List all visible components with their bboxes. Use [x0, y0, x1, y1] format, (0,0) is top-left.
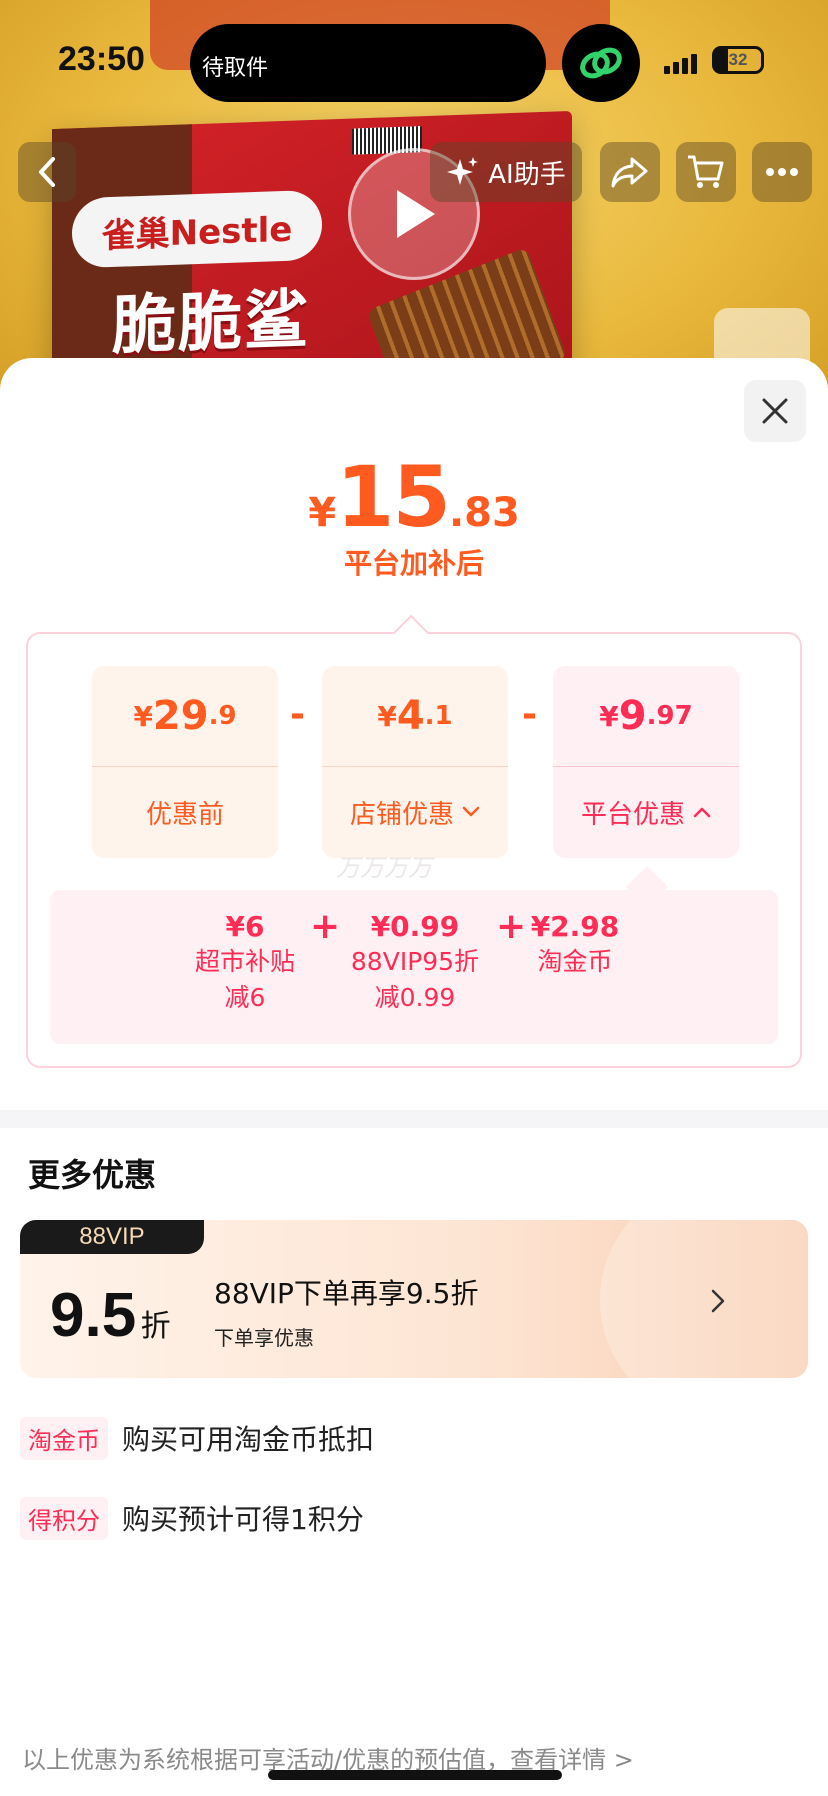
section-divider	[0, 1110, 828, 1128]
final-price-decimal: .83	[448, 490, 520, 536]
final-price: ¥15.83	[0, 448, 828, 546]
back-button[interactable]	[18, 142, 76, 202]
coin-value: ¥2.98	[530, 910, 620, 943]
ai-assistant-label: AI助手	[488, 159, 566, 190]
platform-discount-card[interactable]: ¥9.97 平台优惠	[553, 666, 739, 858]
perk-taojinbi: 淘金币 购买可用淘金币抵扣	[20, 1416, 374, 1460]
card-label: 平台优惠	[580, 799, 685, 830]
coin-name: 淘金币	[537, 947, 613, 976]
chevron-up-icon	[693, 807, 711, 818]
ai-assistant-button[interactable]: AI助手	[430, 142, 582, 202]
cart-icon	[688, 155, 724, 188]
card-decimal: .1	[424, 701, 453, 731]
final-price-currency: ¥	[308, 490, 337, 536]
store-discount-card[interactable]: ¥4.1 店铺优惠	[322, 666, 508, 858]
status-time: 23:50	[58, 40, 145, 78]
minus-operator: -	[290, 694, 305, 735]
plus-operator: +	[310, 906, 341, 947]
dynamic-island-text: 待取件	[202, 56, 269, 81]
perk-text: 购买可用淘金币抵扣	[122, 1423, 375, 1456]
product-name-graphic: 脆脆鲨	[112, 283, 310, 364]
chevron-right-icon[interactable]	[706, 1284, 730, 1318]
signal-icon	[664, 52, 702, 74]
chevron-left-icon	[39, 157, 55, 187]
vip-offer-subtitle: 下单享优惠	[214, 1326, 314, 1350]
sparkle-icon	[447, 157, 479, 185]
card-integer: 4	[396, 693, 425, 739]
share-icon	[611, 157, 648, 188]
watermark-text: 万万万万	[336, 854, 432, 882]
close-icon	[762, 398, 788, 424]
card-label: 店铺优惠	[349, 799, 454, 830]
final-price-integer: 15	[336, 448, 451, 546]
final-price-label: 平台加补后	[343, 547, 484, 580]
perk-badge: 淘金币	[20, 1416, 108, 1460]
vip-discount-item: ¥0.99 88VIP95折 减0.99	[340, 910, 490, 1016]
card-decimal: .97	[646, 701, 693, 731]
coin-item: ¥2.98 淘金币	[520, 910, 630, 980]
vip-discount: 9.5 折	[50, 1280, 171, 1351]
close-button[interactable]	[744, 380, 806, 442]
minus-operator: -	[522, 694, 537, 735]
subsidy-name: 超市补贴	[194, 947, 295, 976]
card-currency: ¥	[599, 699, 619, 733]
vip-discount-unit: 折	[140, 1309, 171, 1344]
brand-logo: 雀巢Nestle	[72, 189, 322, 269]
subsidy-note: 减6	[224, 983, 266, 1012]
card-decimal: .9	[208, 701, 237, 731]
share-button[interactable]	[600, 142, 660, 202]
more-button[interactable]	[752, 142, 812, 202]
card-currency: ¥	[133, 699, 153, 733]
card-label: 优惠前	[145, 799, 224, 830]
subsidy-item: ¥6 超市补贴 减6	[180, 910, 310, 1016]
more-dots-icon	[766, 168, 798, 176]
perk-points: 得积分 购买预计可得1积分	[20, 1496, 364, 1540]
original-price-card: ¥29.9 优惠前	[92, 666, 278, 858]
vip-discount-note: 减0.99	[374, 983, 456, 1012]
vip-discount-value: ¥0.99	[370, 910, 460, 943]
card-integer: 29	[152, 693, 209, 739]
link-icon[interactable]	[562, 24, 640, 102]
vip-discount-name: 88VIP95折	[350, 947, 480, 976]
battery-level: 32	[728, 50, 748, 69]
card-integer: 9	[618, 693, 647, 739]
more-offers-title: 更多优惠	[28, 1156, 157, 1194]
vip-offer-title: 88VIP下单再享9.5折	[214, 1277, 479, 1310]
vip-tag: 88VIP	[20, 1220, 204, 1254]
battery-icon: 32	[712, 46, 764, 74]
card-currency: ¥	[377, 699, 397, 733]
perk-text: 购买预计可得1积分	[122, 1503, 364, 1536]
home-indicator[interactable]	[268, 1770, 562, 1780]
perk-badge: 得积分	[20, 1496, 108, 1540]
chevron-down-icon	[462, 806, 480, 817]
subsidy-value: ¥6	[225, 910, 265, 943]
vip-discount-value: 9.5	[50, 1281, 137, 1350]
cart-button[interactable]	[676, 142, 736, 202]
